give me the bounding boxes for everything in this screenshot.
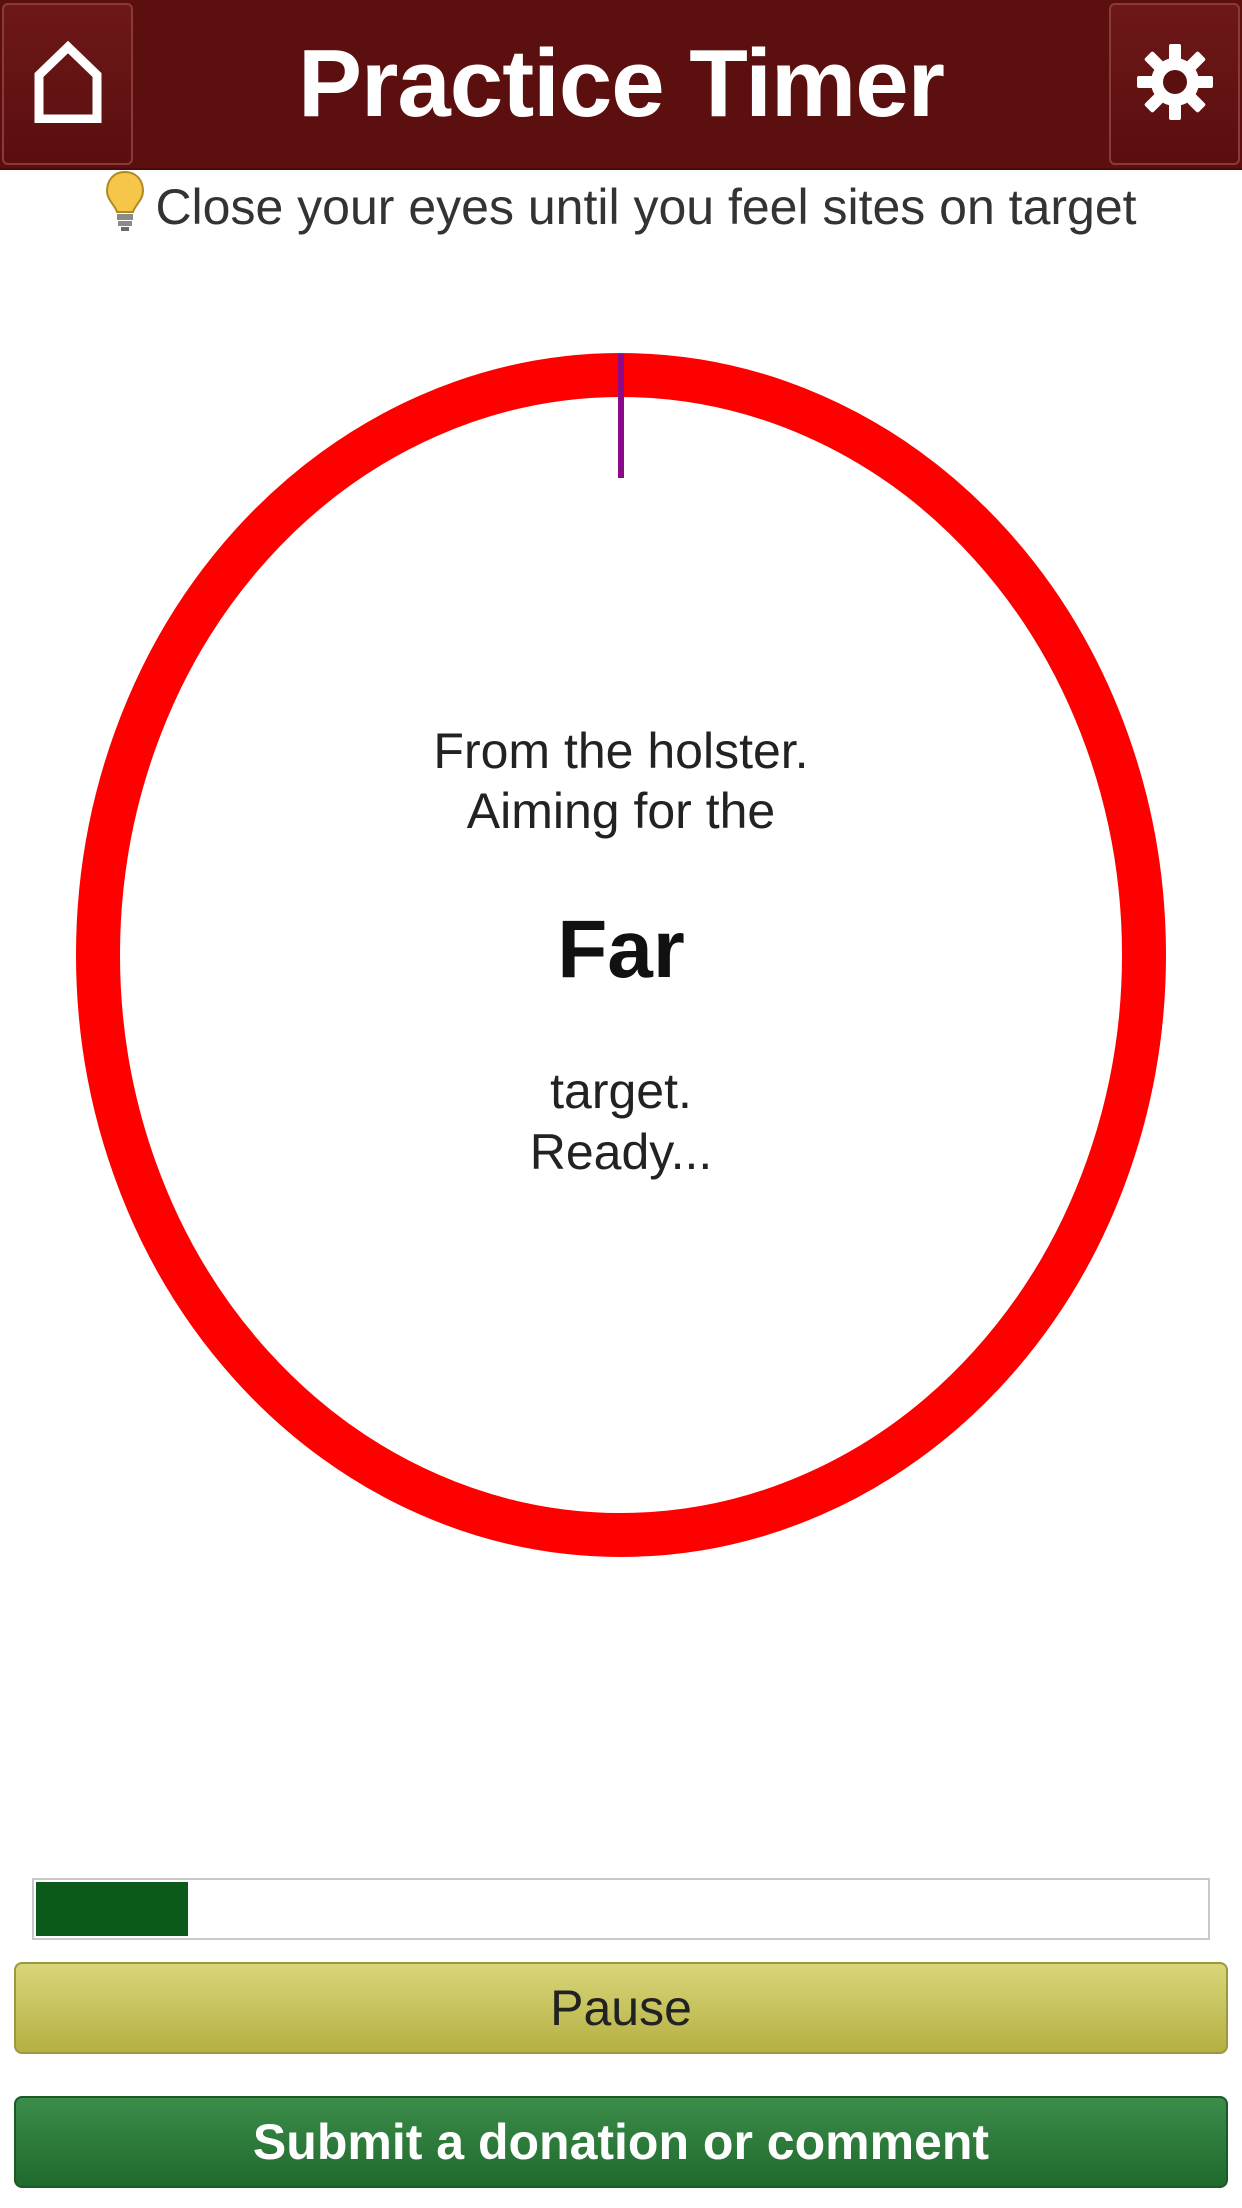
instruction-line-4: Ready... [529, 1124, 713, 1180]
page-title: Practice Timer [298, 30, 945, 137]
donate-button[interactable]: Submit a donation or comment [14, 2096, 1228, 2188]
gear-icon [1135, 42, 1215, 127]
home-icon [31, 40, 105, 128]
lightbulb-icon [105, 170, 155, 244]
tip-text: Close your eyes until you feel sites on … [155, 179, 1137, 235]
instruction-line-3: target. [550, 1063, 692, 1119]
instruction-line-2: Aiming for the [466, 783, 776, 839]
home-button[interactable] [2, 3, 133, 165]
settings-button[interactable] [1109, 3, 1240, 165]
target-label: Far [557, 904, 685, 995]
instruction-line-1: From the holster. [433, 723, 809, 779]
tip-row: Close your eyes until you feel sites on … [0, 170, 1242, 244]
pause-button[interactable]: Pause [14, 1962, 1228, 2054]
progress-bar [32, 1878, 1210, 1940]
header-bar: Practice Timer [0, 0, 1242, 170]
progress-fill [36, 1882, 188, 1936]
